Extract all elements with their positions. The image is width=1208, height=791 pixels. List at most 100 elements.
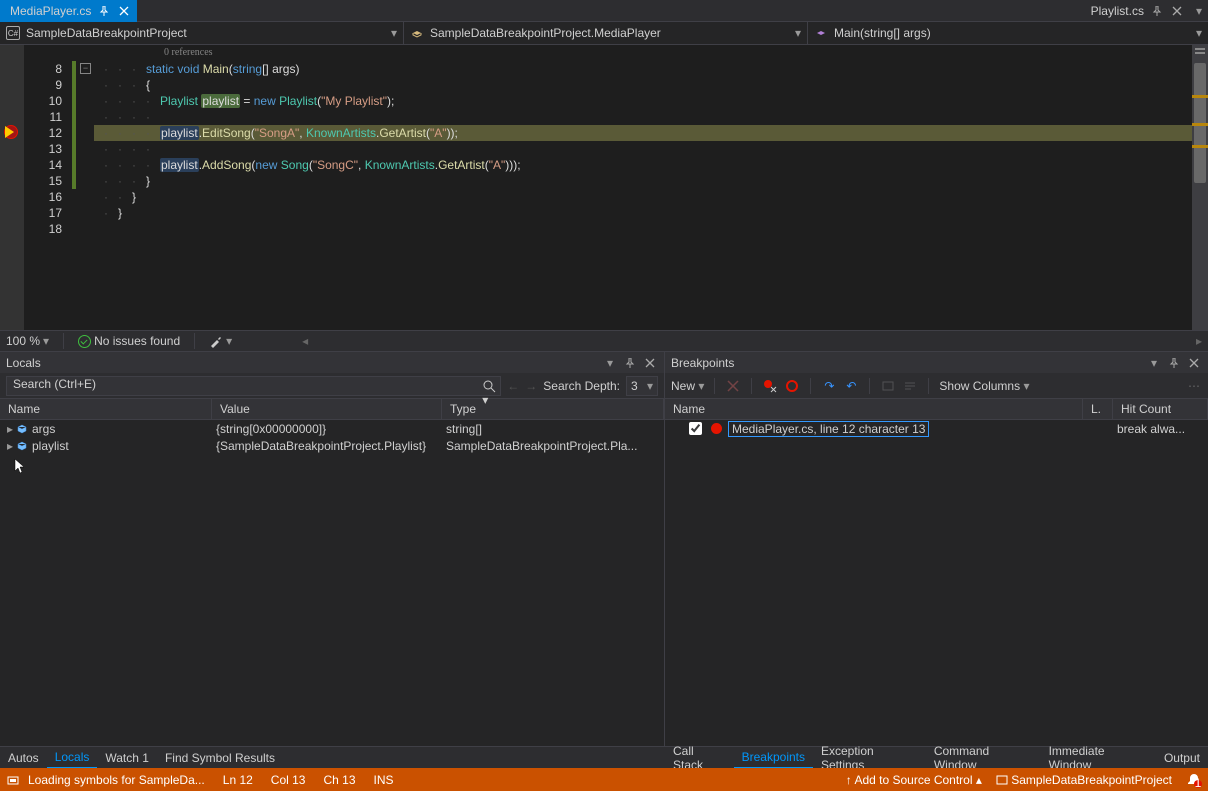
cleanup-combo[interactable]: ▾ bbox=[209, 334, 232, 348]
close-icon[interactable] bbox=[1186, 355, 1202, 371]
brush-icon bbox=[209, 334, 223, 348]
notifications-icon[interactable]: 1 bbox=[1186, 772, 1202, 788]
import-icon[interactable]: ↶ bbox=[843, 378, 859, 394]
search-depth-label: Search Depth: bbox=[543, 379, 620, 393]
locals-panel: Locals ▾ Search (Ctrl+E) ▾ ← → Search De… bbox=[0, 351, 665, 746]
svg-text:1: 1 bbox=[1195, 776, 1202, 788]
pin-icon[interactable] bbox=[97, 4, 111, 18]
col-labels[interactable]: L. bbox=[1083, 399, 1113, 419]
autohide-icon[interactable] bbox=[622, 355, 638, 371]
new-breakpoint-button[interactable]: New ▾ bbox=[671, 379, 704, 393]
col-name[interactable]: Name bbox=[665, 399, 1083, 419]
search-input[interactable]: Search (Ctrl+E) ▾ bbox=[6, 376, 501, 396]
close-icon[interactable] bbox=[642, 355, 658, 371]
chevron-down-icon: ▾ bbox=[43, 334, 49, 348]
chevron-down-icon: ▾ bbox=[1196, 26, 1202, 40]
overflow-icon[interactable]: ▾ bbox=[1190, 4, 1208, 18]
hscroll-left-icon[interactable]: ◂ bbox=[302, 334, 308, 348]
status-bar: Loading symbols for SampleDa... Ln 12 Co… bbox=[0, 768, 1208, 791]
overview-mark bbox=[1192, 145, 1208, 148]
show-columns-button[interactable]: Show Columns ▾ bbox=[939, 379, 1029, 393]
table-row[interactable]: ▸playlist{SampleDataBreakpointProject.Pl… bbox=[0, 437, 664, 454]
code-editor[interactable]: 89101112131415161718 − 0 references· · ·… bbox=[0, 45, 1208, 330]
delete-all-icon[interactable] bbox=[762, 378, 778, 394]
panel-title-bar[interactable]: Locals ▾ bbox=[0, 352, 664, 373]
col-value[interactable]: Value bbox=[212, 399, 442, 419]
nav-member[interactable]: Main(string[] args) ▾ bbox=[808, 22, 1208, 44]
export-icon[interactable]: ↷ bbox=[821, 378, 837, 394]
window-menu-icon[interactable]: ▾ bbox=[1146, 355, 1162, 371]
bottom-tab[interactable]: Watch 1 bbox=[97, 747, 157, 769]
breakpoints-grid-header[interactable]: Name L. Hit Count bbox=[665, 399, 1208, 420]
delete-icon[interactable] bbox=[725, 378, 741, 394]
chevron-down-icon: ▾ bbox=[795, 26, 801, 40]
issues-indicator[interactable]: No issues found bbox=[78, 334, 180, 348]
project-indicator[interactable]: SampleDataBreakpointProject bbox=[996, 773, 1172, 787]
split-icon[interactable] bbox=[1194, 45, 1206, 57]
panel-title: Breakpoints bbox=[671, 356, 734, 370]
prev-icon[interactable]: ← bbox=[507, 379, 519, 393]
close-icon[interactable] bbox=[117, 4, 131, 18]
toggle-all-icon[interactable] bbox=[784, 378, 800, 394]
breakpoint-current-icon[interactable] bbox=[4, 125, 20, 141]
breakpoint-checkbox[interactable] bbox=[689, 422, 702, 435]
loading-indicator-icon bbox=[6, 773, 20, 787]
bottom-tab[interactable]: Immediate Window bbox=[1041, 747, 1156, 769]
status-ins[interactable]: INS bbox=[374, 773, 394, 787]
nav-project[interactable]: C# SampleDataBreakpointProject ▾ bbox=[0, 22, 404, 44]
fold-toggle-icon[interactable]: − bbox=[80, 63, 91, 74]
goto-source-icon[interactable] bbox=[880, 378, 896, 394]
overview-mark bbox=[1192, 95, 1208, 98]
pin-icon[interactable] bbox=[1150, 4, 1164, 18]
panel-title-bar[interactable]: Breakpoints ▾ bbox=[665, 352, 1208, 373]
tab-playlist[interactable]: Playlist.cs bbox=[1081, 0, 1190, 22]
goto-disasm-icon[interactable] bbox=[902, 378, 918, 394]
col-type[interactable]: Type bbox=[442, 399, 664, 419]
col-name[interactable]: Name bbox=[0, 399, 212, 419]
vertical-scrollbar[interactable] bbox=[1192, 45, 1208, 330]
source-control-button[interactable]: ↑ Add to Source Control ▴ bbox=[846, 773, 982, 787]
bottom-tab[interactable]: Output bbox=[1156, 747, 1208, 769]
window-menu-icon[interactable]: ▾ bbox=[602, 355, 618, 371]
locals-grid-body[interactable]: ▸args{string[0x00000000]}string[]▸playli… bbox=[0, 420, 664, 746]
breakpoints-panel: Breakpoints ▾ New ▾ ↷ ↶ bbox=[665, 351, 1208, 746]
search-icon[interactable]: ▾ bbox=[482, 379, 496, 407]
status-ln[interactable]: Ln 12 bbox=[223, 773, 253, 787]
csharp-project-icon: C# bbox=[6, 26, 20, 40]
table-row[interactable]: ▸args{string[0x00000000]}string[] bbox=[0, 420, 664, 437]
overflow-icon[interactable]: ⋯ bbox=[1186, 378, 1202, 394]
locals-grid-header[interactable]: Name Value Type bbox=[0, 399, 664, 420]
tab-label: Playlist.cs bbox=[1091, 4, 1144, 18]
zoom-combo[interactable]: 100 % ▾ bbox=[6, 334, 49, 348]
status-col[interactable]: Col 13 bbox=[271, 773, 306, 787]
col-hit[interactable]: Hit Count bbox=[1113, 399, 1208, 419]
autohide-icon[interactable] bbox=[1166, 355, 1182, 371]
nav-class[interactable]: SampleDataBreakpointProject.MediaPlayer … bbox=[404, 22, 808, 44]
breakpoint-gutter[interactable] bbox=[0, 45, 24, 330]
next-icon[interactable]: → bbox=[525, 379, 537, 393]
navigation-bar: C# SampleDataBreakpointProject ▾ SampleD… bbox=[0, 22, 1208, 45]
bottom-tab[interactable]: Exception Settings bbox=[813, 747, 926, 769]
table-row[interactable]: MediaPlayer.cs, line 12 character 13brea… bbox=[665, 420, 1208, 437]
code-area[interactable]: 0 references· · · static void Main(strin… bbox=[94, 45, 1192, 330]
overview-mark bbox=[1192, 123, 1208, 126]
chevron-down-icon: ▾ bbox=[226, 334, 232, 348]
bottom-tab[interactable]: Call Stack bbox=[665, 747, 734, 769]
bottom-tab[interactable]: Find Symbol Results bbox=[157, 747, 283, 769]
hscroll-right-icon[interactable]: ▸ bbox=[1196, 334, 1202, 348]
bottom-tab[interactable]: Breakpoints bbox=[734, 747, 813, 769]
fold-gutter[interactable]: − bbox=[78, 45, 94, 330]
status-ch[interactable]: Ch 13 bbox=[323, 773, 355, 787]
bottom-tab-bar: AutosLocalsWatch 1Find Symbol Results Ca… bbox=[0, 746, 1208, 768]
class-icon bbox=[410, 26, 424, 40]
search-depth-select[interactable]: 3▾ bbox=[626, 376, 658, 396]
bottom-tab[interactable]: Locals bbox=[47, 747, 98, 769]
breakpoints-grid-body[interactable]: MediaPlayer.cs, line 12 character 13brea… bbox=[665, 420, 1208, 746]
tab-mediaplayer[interactable]: MediaPlayer.cs bbox=[0, 0, 137, 22]
bottom-tab[interactable]: Autos bbox=[0, 747, 47, 769]
chevron-down-icon: ▾ bbox=[391, 26, 397, 40]
close-icon[interactable] bbox=[1170, 4, 1184, 18]
editor-status-bar: 100 % ▾ No issues found ▾ ◂ ▸ bbox=[0, 330, 1208, 351]
line-number-gutter: 89101112131415161718 bbox=[24, 45, 70, 330]
bottom-tab[interactable]: Command Window bbox=[926, 747, 1041, 769]
